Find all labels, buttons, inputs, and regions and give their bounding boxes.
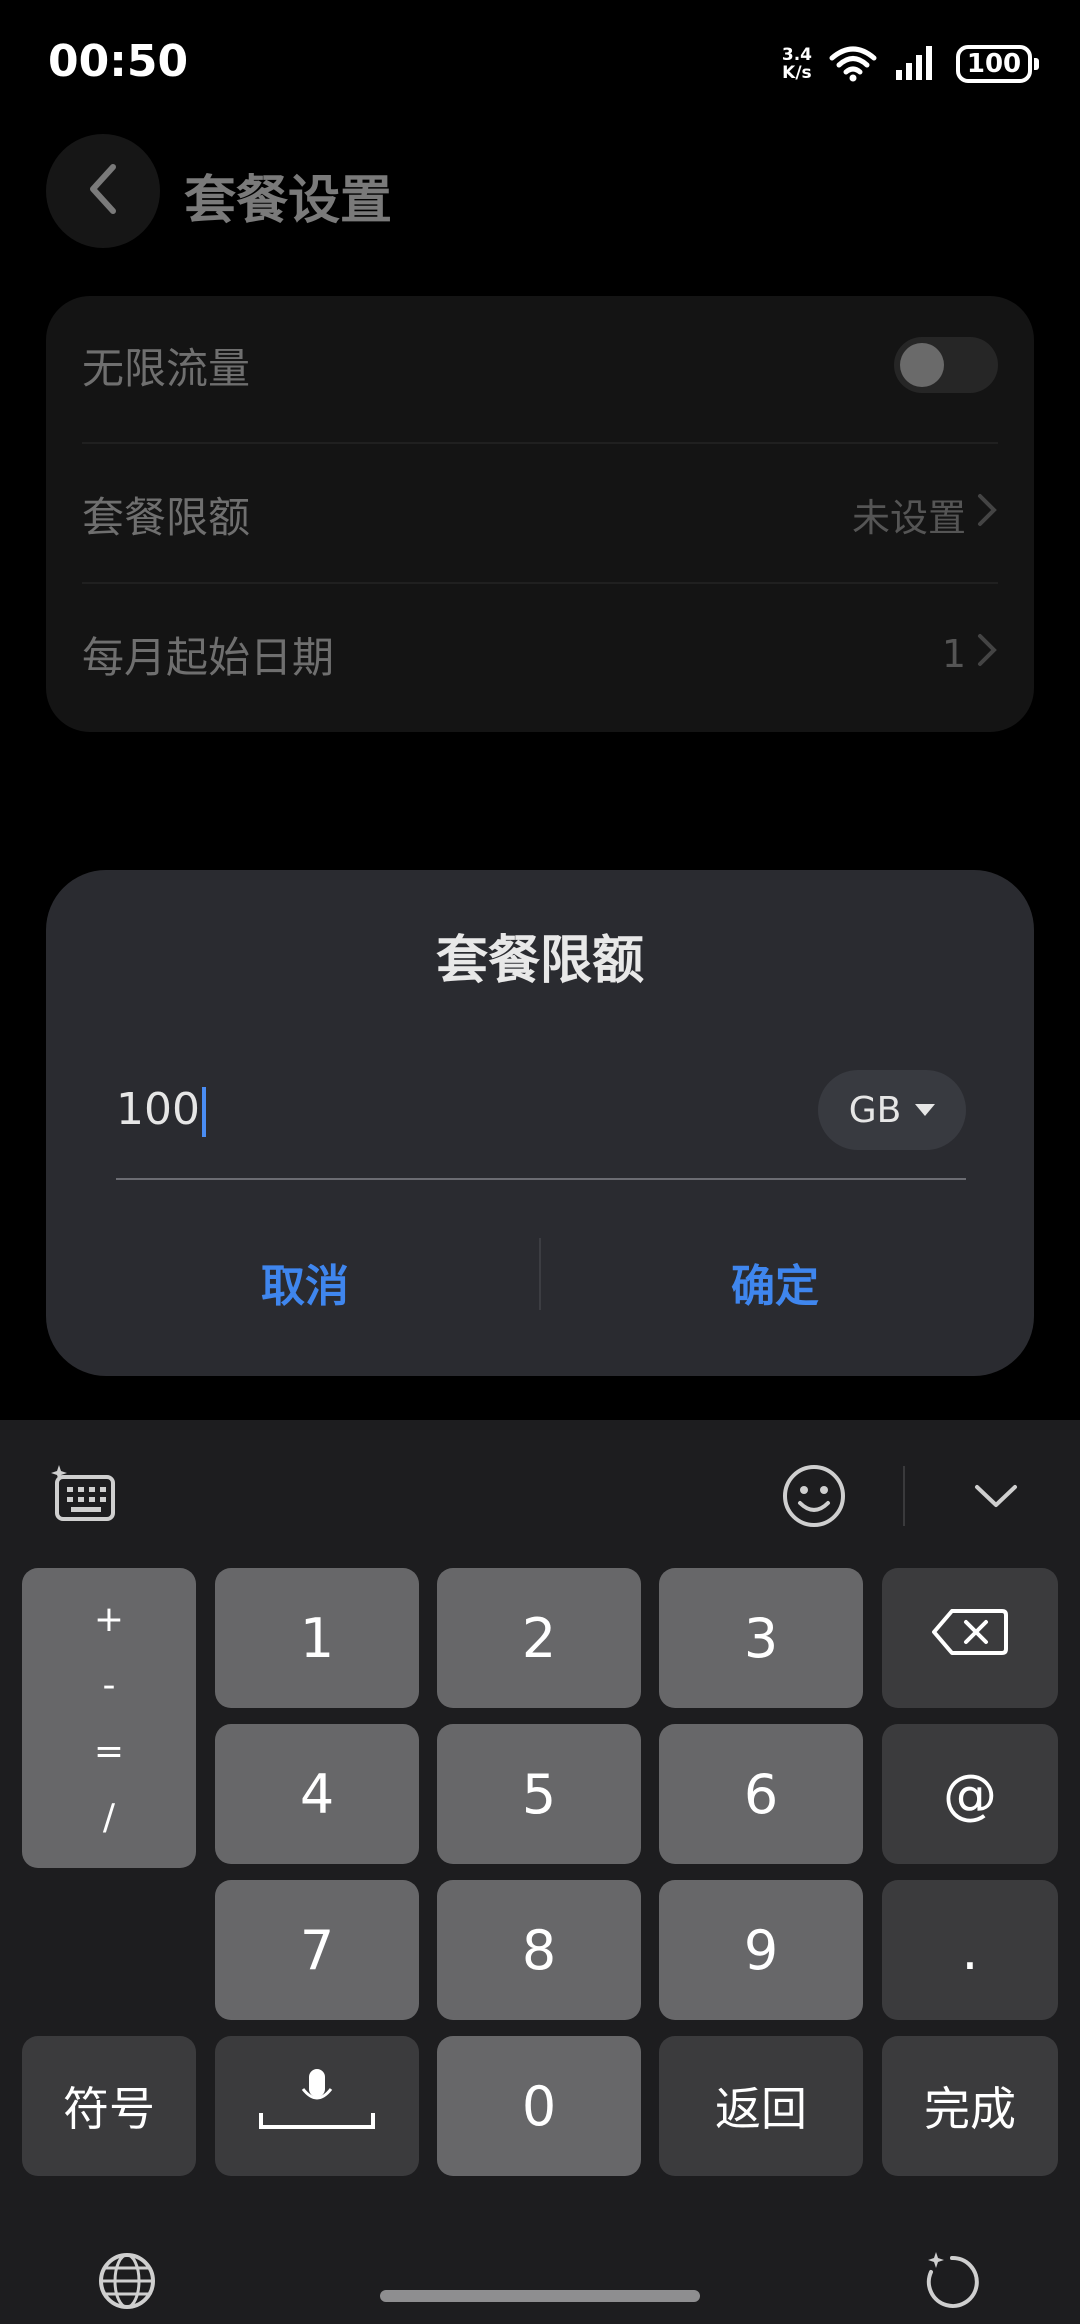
unit-value: GB xyxy=(848,1089,902,1131)
symbols-column-key[interactable]: + - = / xyxy=(22,1568,196,1868)
page-title: 套餐设置 xyxy=(184,171,393,231)
key-3[interactable]: 3 xyxy=(659,1568,863,1708)
text-caret xyxy=(201,1087,206,1137)
key-dot[interactable]: . xyxy=(882,1880,1058,2020)
unlimited-data-row[interactable]: 无限流量 xyxy=(46,296,1034,434)
unlimited-data-label: 无限流量 xyxy=(82,343,251,393)
globe-icon[interactable] xyxy=(92,2246,162,2316)
divider xyxy=(82,582,998,584)
status-time: 00:50 xyxy=(48,36,189,87)
key-5[interactable]: 5 xyxy=(437,1724,641,1864)
net-speed-value: 3.4 xyxy=(781,45,812,65)
key-7[interactable]: 7 xyxy=(215,1880,419,2020)
cancel-button[interactable]: 取消 xyxy=(70,1234,540,1330)
start-date-value-group: 1 xyxy=(942,630,998,679)
done-key[interactable]: 完成 xyxy=(882,2036,1058,2176)
back-button[interactable] xyxy=(46,134,160,248)
battery-icon: 100 xyxy=(956,45,1039,83)
key-8[interactable]: 8 xyxy=(437,1880,641,2020)
ai-assistant-icon[interactable] xyxy=(918,2246,988,2316)
caret-down-icon xyxy=(915,1104,936,1116)
net-speed: 3.4 K/s xyxy=(782,46,812,82)
key-slash[interactable]: / xyxy=(103,1797,115,1838)
limit-input[interactable]: 100 xyxy=(116,1084,206,1137)
numeric-keyboard: + - = / 1 2 3 4 5 6 @ 7 8 9 . 符号 0 返回 完成 xyxy=(0,1420,1080,2324)
limit-input-value: 100 xyxy=(116,1084,200,1135)
key-plus[interactable]: + xyxy=(94,1599,124,1640)
return-key[interactable]: 返回 xyxy=(659,2036,863,2176)
toolbar-separator xyxy=(903,1466,905,1526)
wifi-icon xyxy=(828,42,878,86)
start-date-value: 1 xyxy=(941,632,966,676)
keyboard-ai-icon[interactable] xyxy=(46,1460,122,1530)
key-0[interactable]: 0 xyxy=(437,2036,641,2176)
plan-limit-label: 套餐限额 xyxy=(82,492,251,542)
key-6[interactable]: 6 xyxy=(659,1724,863,1864)
start-date-label: 每月起始日期 xyxy=(82,632,335,682)
dialog-title: 套餐限额 xyxy=(435,931,644,991)
settings-card: 无限流量 套餐限额 未设置 每月起始日期 1 xyxy=(46,296,1034,732)
status-icons: 3.4 K/s 100 xyxy=(782,36,1039,92)
plan-limit-value-group: 未设置 xyxy=(852,487,998,542)
plan-limit-value: 未设置 xyxy=(851,495,966,540)
start-date-row[interactable]: 每月起始日期 1 xyxy=(46,585,1034,723)
unit-dropdown[interactable]: GB xyxy=(818,1070,966,1150)
backspace-icon xyxy=(930,1607,1010,1670)
chevron-right-icon xyxy=(976,490,998,539)
key-1[interactable]: 1 xyxy=(215,1568,419,1708)
key-4[interactable]: 4 xyxy=(215,1724,419,1864)
key-minus[interactable]: - xyxy=(103,1665,116,1706)
divider xyxy=(82,442,998,444)
signal-icon xyxy=(894,42,940,86)
key-equals[interactable]: = xyxy=(94,1731,124,1772)
backspace-key[interactable] xyxy=(882,1568,1058,1708)
chevron-right-icon xyxy=(976,630,998,679)
unlimited-data-toggle[interactable] xyxy=(894,337,998,393)
home-indicator[interactable] xyxy=(380,2290,700,2302)
collapse-keyboard-icon[interactable] xyxy=(962,1466,1030,1526)
key-2[interactable]: 2 xyxy=(437,1568,641,1708)
key-at[interactable]: @ xyxy=(882,1724,1058,1864)
input-underline xyxy=(116,1178,966,1180)
net-speed-unit: K/s xyxy=(782,63,812,83)
symbols-key[interactable]: 符号 xyxy=(22,2036,196,2176)
toggle-knob xyxy=(900,343,944,387)
chevron-left-icon xyxy=(83,159,123,223)
emoji-icon[interactable] xyxy=(778,1460,850,1532)
plan-limit-dialog: 套餐限额 100 GB 取消 确定 xyxy=(46,870,1034,1376)
microphone-space-icon xyxy=(257,2065,377,2148)
space-voice-key[interactable] xyxy=(215,2036,419,2176)
plan-limit-row[interactable]: 套餐限额 未设置 xyxy=(46,445,1034,583)
key-9[interactable]: 9 xyxy=(659,1880,863,2020)
confirm-button[interactable]: 确定 xyxy=(540,1234,1010,1330)
